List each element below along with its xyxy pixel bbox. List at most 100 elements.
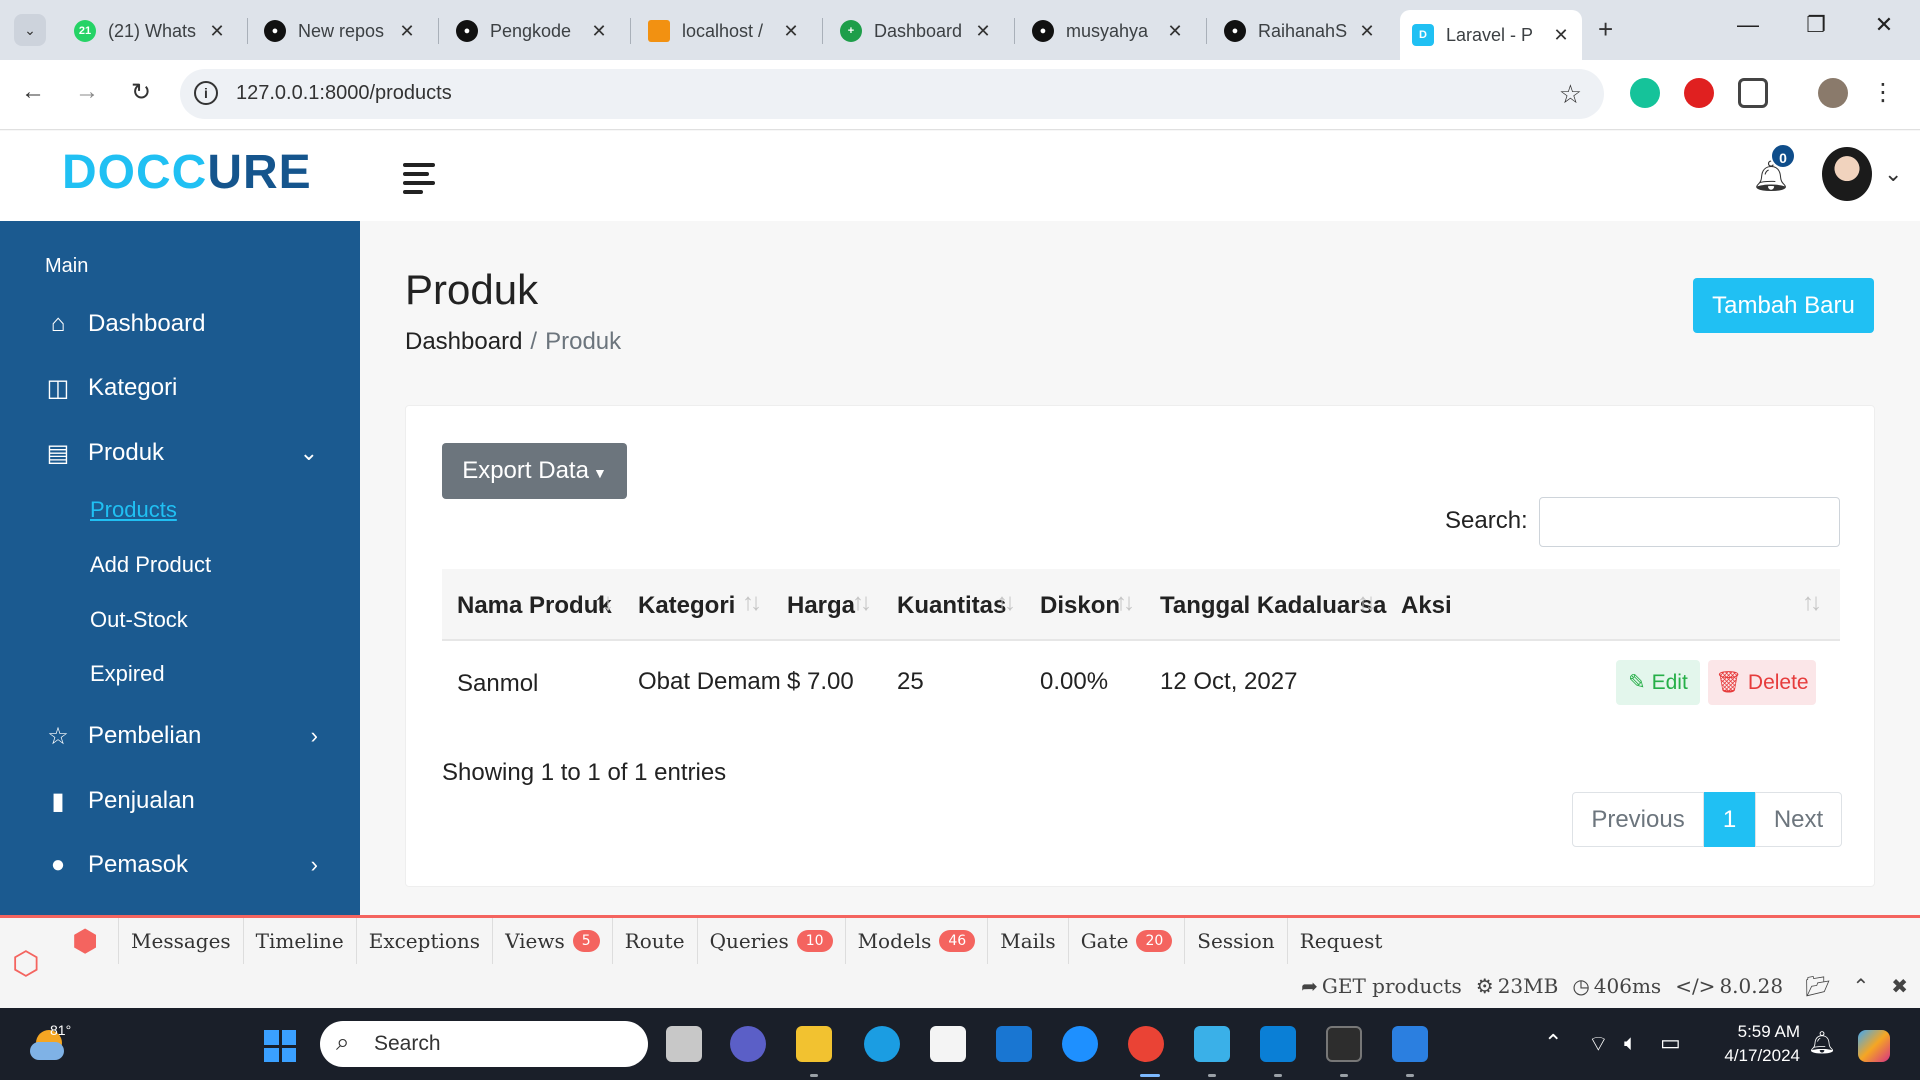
sort-icon[interactable]: ↑↓ bbox=[996, 589, 1016, 617]
sort-icon[interactable]: ↑↓ bbox=[1357, 589, 1377, 617]
add-new-button[interactable]: Tambah Baru bbox=[1693, 278, 1874, 333]
close-icon[interactable]: ✖ bbox=[1891, 974, 1908, 998]
column-header-nama-produk[interactable]: Nama Produk bbox=[457, 592, 612, 620]
column-header-harga[interactable]: Harga bbox=[787, 592, 855, 620]
paint-icon[interactable] bbox=[1392, 1026, 1428, 1062]
debugbar-toggle-icon[interactable]: ⬢ bbox=[72, 924, 98, 959]
taskbar-search-box[interactable]: ⌕ Search bbox=[320, 1021, 648, 1067]
help-icon[interactable] bbox=[1062, 1026, 1098, 1062]
column-header-kuantitas[interactable]: Kuantitas bbox=[897, 592, 1006, 620]
weather-widget-icon[interactable]: 81° bbox=[28, 1022, 71, 1062]
minimize-icon[interactable]: — bbox=[1728, 12, 1768, 38]
column-header-aksi[interactable]: Aksi bbox=[1401, 592, 1452, 620]
user-avatar[interactable] bbox=[1822, 147, 1872, 201]
delete-button[interactable]: 🗑︎ Delete bbox=[1708, 660, 1816, 705]
sort-icon[interactable]: ↑↓ bbox=[742, 589, 762, 617]
breadcrumb-home-link[interactable]: Dashboard bbox=[405, 328, 522, 355]
teams-chat-icon[interactable] bbox=[730, 1026, 766, 1062]
doccure-logo[interactable]: DOCCURE bbox=[62, 145, 312, 200]
column-header-diskon[interactable]: Diskon bbox=[1040, 592, 1120, 620]
microsoft-store-icon[interactable] bbox=[930, 1026, 966, 1062]
close-tab-icon[interactable]: ✕ bbox=[1166, 21, 1184, 42]
profile-avatar-icon[interactable] bbox=[1818, 78, 1848, 108]
browser-tab-active[interactable]: D Laravel - P ✕ bbox=[1400, 10, 1582, 60]
reload-icon[interactable]: ↻ bbox=[124, 78, 158, 107]
grammarly-extension-icon[interactable] bbox=[1630, 78, 1660, 108]
sort-asc-icon[interactable]: ↑↓ bbox=[594, 589, 614, 617]
debugbar-tab-session[interactable]: Session bbox=[1184, 918, 1286, 964]
debugbar-tab-views[interactable]: Views 5 bbox=[492, 918, 612, 964]
sidebar-subitem-out-stock[interactable]: Out-Stock bbox=[90, 607, 188, 633]
debugbar-tab-messages[interactable]: Messages bbox=[118, 918, 243, 964]
sort-icon[interactable]: ↑↓ bbox=[1115, 589, 1135, 617]
sort-icon[interactable]: ↑↓ bbox=[852, 589, 872, 617]
close-tab-icon[interactable]: ✕ bbox=[782, 21, 800, 42]
site-info-icon[interactable]: i bbox=[194, 81, 218, 105]
close-tab-icon[interactable]: ✕ bbox=[1552, 25, 1570, 46]
chevron-up-icon[interactable]: ⌃ bbox=[1852, 974, 1869, 998]
sidebar-item-penjualan[interactable]: ▮ Penjualan bbox=[42, 781, 332, 821]
folder-open-icon[interactable]: 📂︎ bbox=[1805, 974, 1830, 998]
close-tab-icon[interactable]: ✕ bbox=[208, 21, 226, 42]
debugbar-tab-models[interactable]: Models 46 bbox=[844, 918, 988, 964]
address-bar[interactable]: i 127.0.0.1:8000/products ☆ bbox=[180, 69, 1604, 119]
debugbar-tab-request[interactable]: Request bbox=[1286, 918, 1395, 964]
back-arrow-icon[interactable]: ← bbox=[16, 78, 50, 106]
chrome-icon[interactable] bbox=[1128, 1026, 1164, 1062]
sort-icon[interactable]: ↑↓ bbox=[1802, 589, 1822, 617]
pagination-page-1[interactable]: 1 bbox=[1704, 792, 1755, 847]
column-header-tanggal-kadaluarsa[interactable]: Tanggal Kadaluarsa bbox=[1160, 592, 1386, 620]
debugbar-tab-gate[interactable]: Gate 20 bbox=[1067, 918, 1185, 964]
sidebar-item-kategori[interactable]: ◫ Kategori bbox=[42, 368, 332, 408]
browser-tab[interactable]: ● musyahya ✕ bbox=[1020, 10, 1196, 52]
new-tab-plus-icon[interactable]: + bbox=[1598, 14, 1613, 45]
forward-arrow-icon[interactable]: → bbox=[70, 78, 104, 106]
myhp-icon[interactable] bbox=[996, 1026, 1032, 1062]
search-input[interactable] bbox=[1539, 497, 1840, 547]
url-text[interactable]: 127.0.0.1:8000/products bbox=[236, 82, 452, 105]
browser-tab[interactable]: ● RaihanahS ✕ bbox=[1212, 10, 1388, 52]
browser-tab[interactable]: 21 (21) Whats ✕ bbox=[62, 10, 238, 52]
close-tab-icon[interactable]: ✕ bbox=[590, 21, 608, 42]
debugbar-tab-exceptions[interactable]: Exceptions bbox=[355, 918, 492, 964]
edit-button[interactable]: ✎ Edit bbox=[1616, 660, 1700, 705]
show-hidden-icons-chevron-icon[interactable]: ⌃ bbox=[1544, 1030, 1562, 1056]
sidebar-subitem-products[interactable]: Products bbox=[90, 497, 177, 523]
browser-tab[interactable]: ● Pengkode ✕ bbox=[444, 10, 620, 52]
sidebar-item-pembelian[interactable]: ☆ Pembelian › bbox=[42, 716, 332, 756]
sidebar-item-dashboard[interactable]: ⌂ Dashboard bbox=[42, 304, 332, 344]
sidebar-item-pemasok[interactable]: ● Pemasok › bbox=[42, 845, 332, 885]
pagination-next[interactable]: Next bbox=[1755, 792, 1842, 847]
close-tab-icon[interactable]: ✕ bbox=[1358, 21, 1376, 42]
terminal-icon[interactable] bbox=[1326, 1026, 1362, 1062]
notepad-icon[interactable] bbox=[1194, 1026, 1230, 1062]
edge-icon[interactable] bbox=[864, 1026, 900, 1062]
file-explorer-icon[interactable] bbox=[796, 1026, 832, 1062]
notification-bell-icon[interactable]: 🔔︎ bbox=[1808, 1030, 1836, 1056]
chevron-down-icon[interactable]: ⌄ bbox=[1884, 161, 1902, 187]
system-clock[interactable]: 5:59 AM 4/17/2024 bbox=[1722, 1020, 1800, 1068]
copilot-icon[interactable] bbox=[1858, 1030, 1890, 1062]
extensions-puzzle-icon[interactable] bbox=[1738, 78, 1768, 108]
bookmark-star-icon[interactable]: ☆ bbox=[1559, 79, 1582, 110]
laravel-logo-icon[interactable]: ⬡ bbox=[12, 944, 40, 982]
browser-tab[interactable]: localhost / ✕ bbox=[636, 10, 812, 52]
close-tab-icon[interactable]: ✕ bbox=[398, 21, 416, 42]
browser-tab[interactable]: + Dashboard ✕ bbox=[828, 10, 1004, 52]
pagination-previous[interactable]: Previous bbox=[1572, 792, 1704, 847]
volume-icon[interactable]: 🔈︎ bbox=[1624, 1030, 1637, 1056]
vscode-icon[interactable] bbox=[1260, 1026, 1296, 1062]
close-window-icon[interactable]: ✕ bbox=[1864, 12, 1904, 38]
sidebar-item-produk[interactable]: ▤ Produk ⌄ bbox=[42, 433, 332, 473]
debugbar-tab-queries[interactable]: Queries 10 bbox=[696, 918, 845, 964]
sidebar-toggle-icon[interactable] bbox=[403, 163, 435, 199]
debugbar-tab-route[interactable]: Route bbox=[611, 918, 697, 964]
export-data-button[interactable]: Export Data ▼ bbox=[442, 443, 627, 499]
request-route[interactable]: GET products bbox=[1322, 974, 1462, 998]
adblock-extension-icon[interactable] bbox=[1684, 78, 1714, 108]
debugbar-tab-mails[interactable]: Mails bbox=[987, 918, 1067, 964]
more-menu-icon[interactable]: ⋮ bbox=[1866, 78, 1900, 107]
restore-icon[interactable]: ❐ bbox=[1796, 12, 1836, 38]
battery-icon[interactable]: ▭ bbox=[1660, 1030, 1681, 1056]
wifi-icon[interactable]: ⌔ bbox=[1588, 1030, 1609, 1058]
